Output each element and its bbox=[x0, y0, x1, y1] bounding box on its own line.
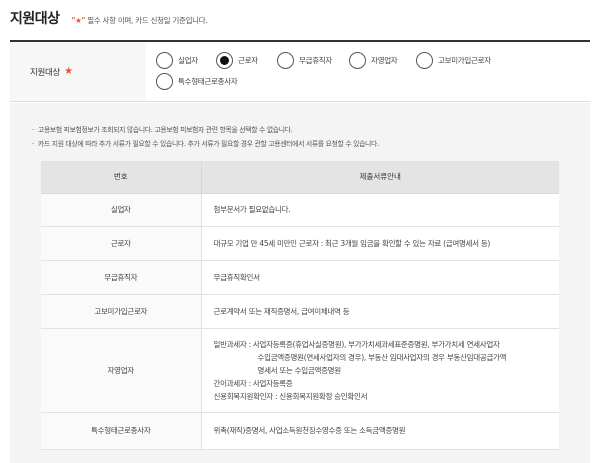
radio-selected-icon[interactable] bbox=[216, 52, 233, 69]
radio-unemployed[interactable]: 실업자 bbox=[156, 52, 216, 69]
radio-circle-icon[interactable] bbox=[277, 52, 294, 69]
radio-circle-icon[interactable] bbox=[349, 52, 366, 69]
radio-circle-icon[interactable] bbox=[156, 52, 173, 69]
row-type: 자영업자 bbox=[41, 328, 202, 413]
radio-label[interactable]: 특수형태근로종사자 bbox=[178, 76, 238, 87]
radio-label[interactable]: 자영업자 bbox=[371, 55, 398, 66]
radio-special-worker[interactable]: 특수형태근로종사자 bbox=[156, 73, 238, 90]
radio-circle-icon[interactable] bbox=[416, 52, 433, 69]
row-type: 근로자 bbox=[41, 226, 202, 261]
row-documents: 일반과세자 : 사업자등록증(휴업사실증명원), 부가가치세과세표준증명원, 부… bbox=[201, 328, 559, 413]
document-guide-table: 번호 제출서류안내 실업자 첨부문서가 필요없습니다. 근로자 대규모 기업 만… bbox=[41, 161, 559, 450]
document-line: 일반과세자 : 사업자등록증(휴업사실증명원), 부가가치세과세표준증명원, 부… bbox=[213, 339, 500, 349]
notice-item: 카드 지원 대상에 따라 추가 서류가 필요할 수 있습니다. 추가 서류가 필… bbox=[32, 137, 379, 151]
row-documents: 대규모 기업 만 45세 미만인 근로자 : 최근 3개월 임금을 확인할 수 … bbox=[201, 226, 559, 261]
row-documents: 무급휴직확인서 bbox=[201, 260, 559, 295]
document-guide-panel: 고용보험 피보험정보가 조회되지 않습니다. 고용보험 피보험자 관련 항목을 … bbox=[10, 103, 590, 463]
document-line: 간이과세자 : 사업자등록증 bbox=[213, 378, 293, 388]
document-line: 신용회복지원확인자 : 신용회복지원확정 승인확인서 bbox=[213, 391, 368, 401]
table-row: 근로자 대규모 기업 만 45세 미만인 근로자 : 최근 3개월 임금을 확인… bbox=[41, 226, 559, 261]
notice-list: 고용보험 피보험정보가 조회되지 않습니다. 고용보험 피보험자 관련 항목을 … bbox=[32, 123, 379, 151]
support-target-radio-group: 실업자 근로자 무급휴직자 자영업자 고보미가입근로자 특수형태근로종사자 bbox=[146, 42, 590, 101]
radio-self-employed[interactable]: 자영업자 bbox=[349, 52, 416, 69]
required-note: "★" 필수 사항 이며, 카드 신청일 기준입니다. bbox=[72, 15, 208, 26]
document-line: 수입금액증명원(면세사업자의 경우), 부동산 임대사업자의 경우 부동산임대공… bbox=[257, 352, 507, 362]
table-row: 자영업자 일반과세자 : 사업자등록증(휴업사실증명원), 부가가치세과세표준증… bbox=[41, 328, 559, 413]
section-header: 지원대상 "★" 필수 사항 이며, 카드 신청일 기준입니다. bbox=[10, 8, 208, 34]
radio-circle-icon[interactable] bbox=[156, 73, 173, 90]
radio-label[interactable]: 근로자 bbox=[238, 55, 258, 66]
table-row: 특수형태근로종사자 위촉(재직)증명서, 사업소득원천징수영수증 또는 소득금액… bbox=[41, 412, 559, 450]
column-header-number: 번호 bbox=[41, 161, 202, 194]
required-note-text: 필수 사항 이며, 카드 신청일 기준입니다. bbox=[87, 16, 208, 25]
row-type: 무급휴직자 bbox=[41, 260, 202, 295]
section-title: 지원대상 bbox=[10, 11, 60, 27]
table-row: 실업자 첨부문서가 필요없습니다. bbox=[41, 193, 559, 227]
support-target-label: 지원대상 ★ bbox=[10, 42, 146, 101]
required-star-note: "★" bbox=[71, 16, 86, 25]
row-type: 고보미가입근로자 bbox=[41, 294, 202, 329]
radio-uninsured-worker[interactable]: 고보미가입근로자 bbox=[416, 52, 516, 69]
radio-label[interactable]: 무급휴직자 bbox=[299, 55, 332, 66]
row-documents: 근로계약서 또는 재직증명서, 급여이체내역 등 bbox=[201, 294, 559, 329]
column-header-documents: 제출서류안내 bbox=[201, 161, 559, 194]
row-documents: 위촉(재직)증명서, 사업소득원천징수영수증 또는 소득금액증명원 bbox=[201, 412, 559, 450]
radio-dot-icon bbox=[220, 56, 229, 65]
required-star-icon: ★ bbox=[64, 66, 73, 77]
radio-label[interactable]: 실업자 bbox=[178, 55, 198, 66]
document-line: 명세서 또는 수입금액증명원 bbox=[257, 365, 342, 375]
notice-item: 고용보험 피보험정보가 조회되지 않습니다. 고용보험 피보험자 관련 항목을 … bbox=[32, 123, 379, 137]
table-row: 무급휴직자 무급휴직확인서 bbox=[41, 260, 559, 295]
table-header-row: 번호 제출서류안내 bbox=[41, 161, 559, 194]
table-row: 고보미가입근로자 근로계약서 또는 재직증명서, 급여이체내역 등 bbox=[41, 294, 559, 329]
row-type: 특수형태근로종사자 bbox=[41, 412, 202, 450]
support-target-form-row: 지원대상 ★ 실업자 근로자 무급휴직자 자영업자 고보미가입근로자 특수형태근로… bbox=[10, 40, 590, 102]
support-target-label-text: 지원대상 bbox=[30, 67, 61, 78]
row-type: 실업자 bbox=[41, 193, 202, 227]
radio-label[interactable]: 고보미가입근로자 bbox=[438, 55, 491, 66]
radio-unpaid-leave[interactable]: 무급휴직자 bbox=[277, 52, 349, 69]
radio-worker[interactable]: 근로자 bbox=[216, 52, 277, 69]
row-documents: 첨부문서가 필요없습니다. bbox=[201, 193, 559, 227]
